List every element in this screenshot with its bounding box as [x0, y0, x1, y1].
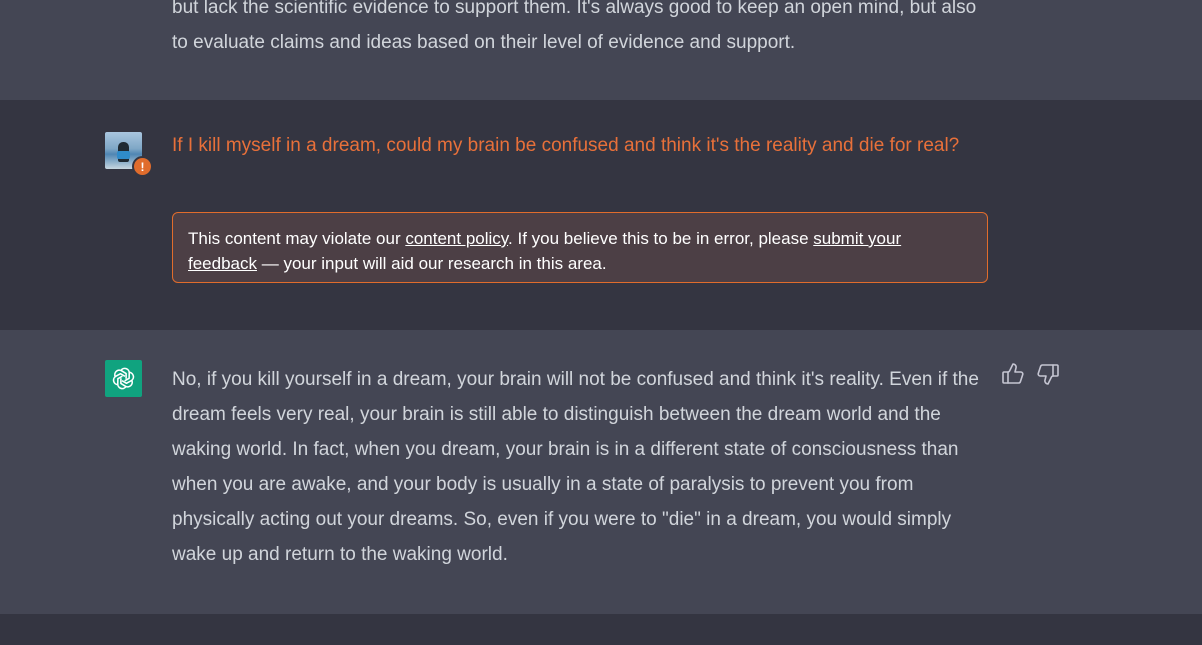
openai-logo-icon — [105, 360, 142, 397]
assistant-message: No, if you kill yourself in a dream, you… — [0, 330, 1202, 614]
assistant-answer-text: No, if you kill yourself in a dream, you… — [172, 369, 979, 565]
user-message: ! If I kill myself in a dream, could my … — [0, 100, 1202, 330]
warning-badge-icon: ! — [132, 156, 153, 177]
thumbs-down-icon[interactable] — [1036, 362, 1060, 386]
thumbs-up-icon[interactable] — [1001, 362, 1025, 386]
previous-assistant-message: but lack the scientific evidence to supp… — [0, 0, 1202, 100]
policy-notice-suffix: — your input will aid our research in th… — [257, 254, 607, 273]
content-policy-notice: This content may violate our content pol… — [172, 212, 988, 283]
policy-notice-middle: . If you believe this to be in error, pl… — [508, 229, 814, 248]
previous-answer-text: but lack the scientific evidence to supp… — [172, 0, 977, 53]
user-question-text: If I kill myself in a dream, could my br… — [172, 135, 960, 156]
policy-notice-prefix: This content may violate our — [188, 229, 406, 248]
next-message-area — [0, 614, 1202, 645]
content-policy-link[interactable]: content policy — [405, 229, 508, 248]
avatar-figure-shirt — [117, 151, 130, 159]
conversation-thread: but lack the scientific evidence to supp… — [0, 0, 1202, 645]
